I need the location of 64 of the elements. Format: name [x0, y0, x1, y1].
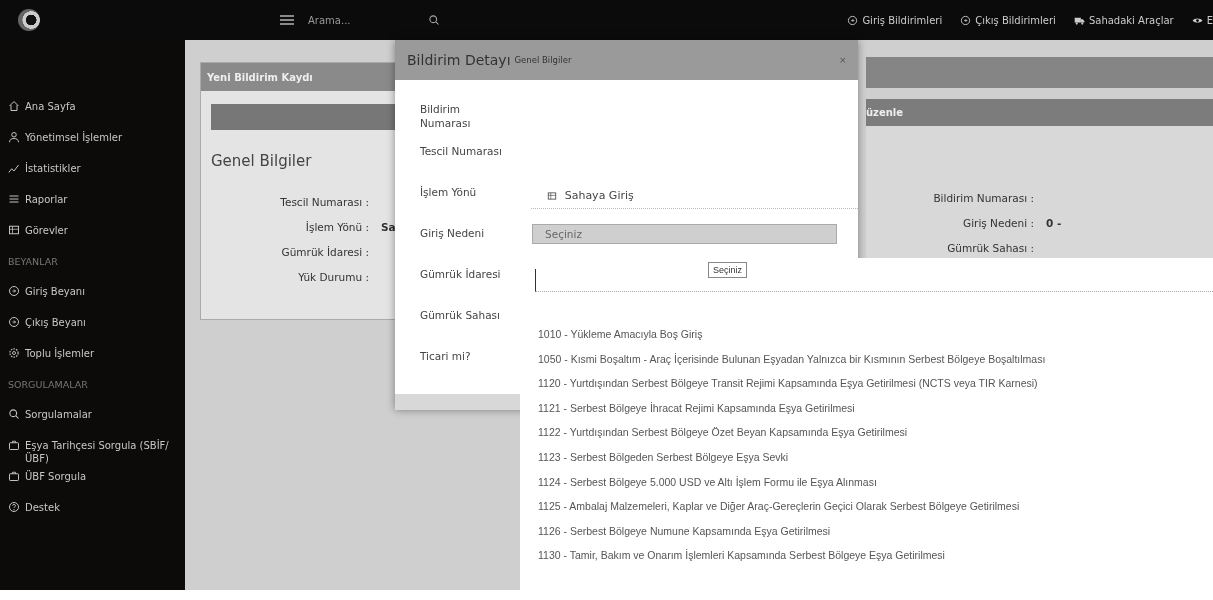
menu-icon[interactable] [280, 15, 294, 25]
sidebar-item[interactable]: İstatistikler [0, 162, 185, 193]
list-icon [8, 193, 20, 205]
sidebar-item[interactable]: Toplu İşlemler [0, 347, 185, 378]
dropdown-option[interactable]: 1122 - Yurtdışından Serbest Bölgeye Özet Beyan Kapsamında Eşya Getirilmesi [538, 426, 1046, 451]
nav-link[interactable]: Sahadaki Araçlar [1073, 14, 1174, 26]
sidebar-item[interactable]: Çıkış Beyanı [0, 316, 185, 347]
table-icon [8, 224, 20, 236]
value-field: Sahaya Giriş [530, 185, 858, 209]
field-value: 0 - [1046, 217, 1062, 231]
field-label: Gümrük Sahası : [946, 242, 1034, 256]
help-icon [8, 501, 20, 513]
field-label: Tescil Numarası [420, 144, 503, 158]
sidebar-item[interactable]: Ana Sayfa [0, 100, 185, 131]
field-value: Sa [381, 221, 396, 235]
dropdown-option[interactable]: 1123 - Serbest Bölgeden Serbest Bölgeye Eşya Sevki [538, 450, 1046, 476]
field-label: İşlem Yönü : [304, 221, 369, 235]
dropdown-option[interactable]: 1130 - Tamir, Bakım ve Onarım İşlemleri Kapsamında Serbest Bölgeye Eşya Getirilmesi [538, 549, 1046, 574]
sidebar-item[interactable]: Görevler [0, 224, 185, 255]
section-heading: SORGULAMALAR [7, 378, 89, 392]
sidebar-item[interactable]: Destek [0, 501, 185, 532]
dropdown-option[interactable]: 1120 - Yurtdışından Serbest Bölgeye Transit Rejimi Kapsamında Eşya Getirilmesi (NCTS veya TIR Karnesi) [538, 377, 1046, 402]
logo-icon [18, 9, 40, 31]
tooltip: Seçiniz [708, 262, 747, 278]
modal-subtitle: Genel Bilgiler [514, 55, 572, 65]
section-title: Genel Bilgiler [211, 152, 313, 170]
gear-icon [8, 347, 20, 359]
nav-link[interactable]: E [1191, 14, 1213, 26]
dropdown-option[interactable]: 1126 - Serbest Bölgeye Numune Kapsamında Eşya Getirilmesi [538, 524, 1046, 550]
sidebar-item[interactable]: Eşya Tarihçesi Sorgula (SBİF/ÜBF) [0, 439, 185, 470]
nav-link[interactable]: Çıkış Bildirimleri [960, 14, 1056, 26]
field-label: Giriş Nedeni [420, 226, 486, 240]
field-label: Yük Durumu : [297, 271, 369, 285]
search-icon [8, 408, 20, 420]
field-label: Gümrük İdaresi : [280, 246, 369, 260]
field-label: Tescil Numarası : [279, 196, 369, 210]
sidebar-item[interactable]: ÜBF Sorgula [0, 470, 185, 501]
section-heading: BEYANLAR [7, 255, 59, 269]
house-icon [8, 100, 20, 112]
dropdown-option[interactable]: 1124 - Serbest Bölgeye 5.000 USD ve Altı İşlem Formu ile Eşya Alınması [538, 475, 1046, 501]
field-label: Giriş Nedeni : [962, 217, 1034, 231]
field-label: Gümrük İdaresi [420, 267, 502, 281]
table-icon [546, 190, 557, 201]
field-label: Bildirim Numarası : [932, 192, 1034, 206]
sidebar-item[interactable]: Giriş Beyanı [0, 285, 185, 316]
search-field[interactable]: Arama... [306, 13, 420, 27]
briefcase-icon [8, 470, 20, 482]
sidebar-item[interactable]: Sorgulamalar [0, 408, 185, 439]
line-chart-icon [8, 162, 20, 174]
dropdown-option[interactable]: 1121 - Serbest Bölgeye İhracat Rejimi Kapsamında Eşya Getirilmesi [538, 401, 1046, 427]
field-label: Bildirim Numarası [420, 102, 472, 130]
dropdown-option[interactable]: 1125 - Ambalaj Malzemeleri, Kaplar ve Diğer Araç-Gereçlerin Geçici Olarak Serbest Bölgeye Getirilmesi [538, 500, 1046, 525]
search-icon [428, 14, 440, 26]
sidebar-item[interactable]: Raporlar [0, 193, 185, 224]
sidebar-item[interactable]: Yönetimsel İşlemler [0, 131, 185, 162]
nav-link[interactable]: Giriş Bildirimleri [847, 14, 943, 26]
field-label: Ticari mi? [420, 349, 472, 363]
dropdown-option[interactable]: 1050 - Kısmi Boşaltım - Araç İçerisinde Bulunan Eşyadan Yalnızca bir Kısmının Serbest Bölgeye Boşaltılması [538, 352, 1046, 378]
panel-header: üzenle [866, 99, 1213, 126]
field-label: İşlem Yönü [420, 185, 478, 199]
dropdown-option[interactable]: 1010 - Yükleme Amacıyla Boş Giriş [538, 328, 1046, 353]
field-label: Gümrük Sahası [420, 308, 501, 322]
briefcase-icon [8, 439, 20, 451]
person-icon [8, 131, 20, 143]
